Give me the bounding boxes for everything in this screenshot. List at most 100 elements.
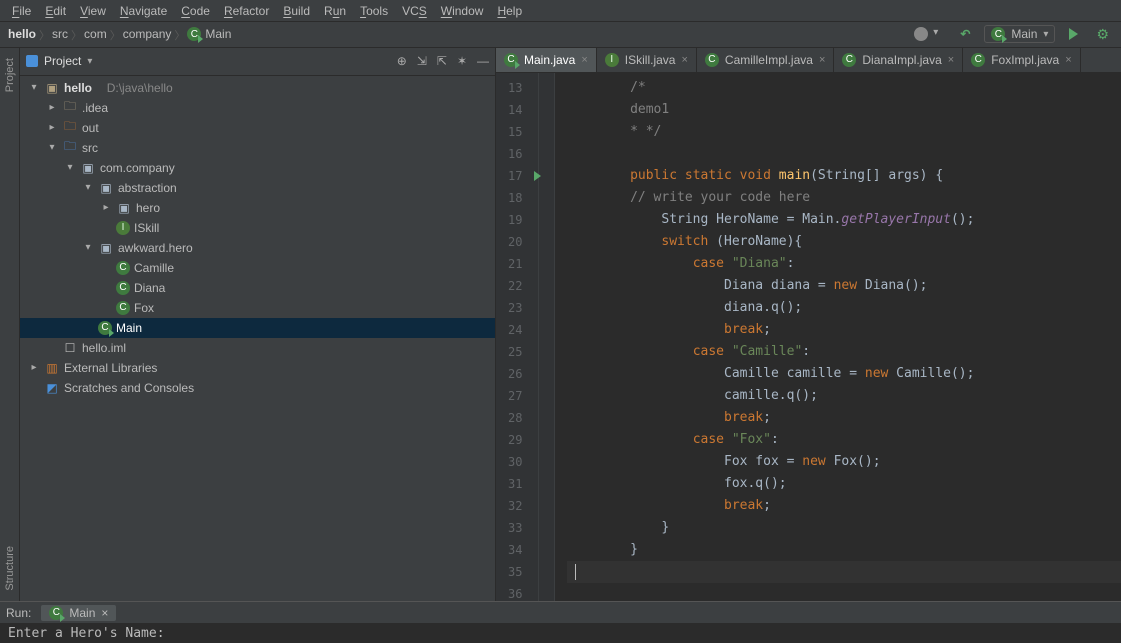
menu-edit[interactable]: Edit — [39, 2, 72, 20]
editor-tab[interactable]: CFoxImpl.java× — [963, 48, 1080, 73]
gutter-line[interactable]: 21 — [508, 253, 522, 275]
gutter-line[interactable]: 19 — [508, 209, 522, 231]
tree-twisty[interactable]: ▾ — [46, 142, 58, 153]
code-line[interactable]: case "Camille": — [567, 341, 1121, 363]
close-icon[interactable]: × — [1065, 54, 1071, 66]
fold-strip[interactable] — [539, 73, 555, 601]
gutter-line[interactable]: 34 — [508, 539, 522, 561]
code-line[interactable]: Fox fox = new Fox(); — [567, 451, 1121, 473]
settings-icon[interactable]: ✶ — [457, 54, 467, 68]
code-line[interactable]: Camille camille = new Camille(); — [567, 363, 1121, 385]
code-line[interactable]: // write your code here — [567, 187, 1121, 209]
code-line[interactable]: /* — [567, 77, 1121, 99]
menu-build[interactable]: Build — [277, 2, 316, 20]
gutter-line[interactable]: 29 — [508, 429, 522, 451]
tree-node[interactable]: ◩Scratches and Consoles — [20, 378, 495, 398]
menu-view[interactable]: View — [74, 2, 112, 20]
breadcrumb-item[interactable]: hello — [2, 25, 46, 43]
gutter-line[interactable]: 24 — [508, 319, 522, 341]
gutter-line[interactable]: 27 — [508, 385, 522, 407]
editor-gutter[interactable]: 1314151617181920212223242526272829303132… — [496, 73, 539, 601]
undo-icon[interactable]: ↶ — [956, 25, 974, 43]
code-line[interactable] — [567, 143, 1121, 165]
gutter-line[interactable]: 16 — [508, 143, 522, 165]
code-line[interactable]: } — [567, 539, 1121, 561]
gutter-line[interactable]: 25 — [508, 341, 522, 363]
menu-vcs[interactable]: VCS — [396, 2, 433, 20]
tree-node[interactable]: CMain — [20, 318, 495, 338]
tree-twisty[interactable]: ▾ — [82, 182, 94, 193]
expand-all-icon[interactable]: ⇲ — [417, 54, 427, 68]
code-line[interactable]: break; — [567, 319, 1121, 341]
code-line[interactable]: demo1 — [567, 99, 1121, 121]
tree-twisty[interactable]: ▾ — [82, 242, 94, 253]
tree-node[interactable]: ☐hello.iml — [20, 338, 495, 358]
gutter-line[interactable]: 33 — [508, 517, 522, 539]
code-line[interactable]: } — [567, 517, 1121, 539]
gutter-line[interactable]: 28 — [508, 407, 522, 429]
gutter-line[interactable]: 15 — [508, 121, 522, 143]
gutter-line[interactable]: 22 — [508, 275, 522, 297]
menu-run[interactable]: Run — [318, 2, 352, 20]
run-tab[interactable]: C Main × — [41, 605, 116, 621]
tree-twisty[interactable]: ▸ — [46, 102, 58, 113]
tree-node[interactable]: CFox — [20, 298, 495, 318]
gutter-line[interactable]: 18 — [508, 187, 522, 209]
menu-window[interactable]: Window — [435, 2, 490, 20]
tree-node[interactable]: ▸🗀out — [20, 118, 495, 138]
code-line[interactable]: public static void main(String[] args) { — [567, 165, 1121, 187]
user-icon[interactable] — [910, 25, 946, 43]
gutter-line[interactable]: 20 — [508, 231, 522, 253]
menu-tools[interactable]: Tools — [354, 2, 394, 20]
project-tree[interactable]: ▾▣hello D:\java\hello▸🗀.idea▸🗀out▾🗀src ▾▣… — [20, 76, 495, 601]
hide-icon[interactable]: — — [477, 54, 489, 68]
gutter-line[interactable]: 17 — [508, 165, 522, 187]
tree-node[interactable]: ▾▣awkward.hero — [20, 238, 495, 258]
close-icon[interactable]: × — [681, 54, 687, 66]
gutter-line[interactable]: 35 — [508, 561, 522, 583]
tool-structure-label[interactable]: Structure — [2, 536, 18, 601]
close-icon[interactable]: × — [581, 54, 587, 66]
code-line[interactable]: case "Diana": — [567, 253, 1121, 275]
gutter-line[interactable]: 36 — [508, 583, 522, 605]
gutter-line[interactable]: 30 — [508, 451, 522, 473]
run-button[interactable] — [1065, 26, 1082, 42]
breadcrumb-item[interactable]: src — [46, 25, 78, 43]
run-config-selector[interactable]: C Main ▾ — [984, 25, 1055, 43]
gutter-line[interactable]: 23 — [508, 297, 522, 319]
gutter-line[interactable]: 26 — [508, 363, 522, 385]
menu-help[interactable]: Help — [491, 2, 528, 20]
tree-node[interactable]: CCamille — [20, 258, 495, 278]
tree-twisty[interactable]: ▾ — [64, 162, 76, 173]
tree-twisty[interactable]: ▸ — [100, 202, 112, 213]
tree-node[interactable]: ▾🗀src — [20, 138, 495, 158]
tree-node[interactable]: ▾▣abstraction — [20, 178, 495, 198]
gutter-line[interactable]: 13 — [508, 77, 522, 99]
gutter-line[interactable]: 14 — [508, 99, 522, 121]
code-line[interactable]: diana.q(); — [567, 297, 1121, 319]
gutter-line[interactable]: 32 — [508, 495, 522, 517]
breadcrumb-item[interactable]: company — [117, 25, 182, 43]
menu-navigate[interactable]: Navigate — [114, 2, 173, 20]
tree-node[interactable]: ▸▣hero — [20, 198, 495, 218]
close-icon[interactable]: × — [948, 54, 954, 66]
tool-project-label[interactable]: Project — [2, 48, 18, 102]
gutter-line[interactable]: 31 — [508, 473, 522, 495]
tree-twisty[interactable]: ▸ — [28, 362, 40, 373]
tree-node[interactable]: ▸▥External Libraries — [20, 358, 495, 378]
code-line[interactable]: switch (HeroName){ — [567, 231, 1121, 253]
menu-refactor[interactable]: Refactor — [218, 2, 275, 20]
close-icon[interactable]: × — [101, 606, 108, 620]
chevron-down-icon[interactable]: ▾ — [87, 56, 92, 67]
code-line[interactable] — [567, 561, 1121, 583]
tree-node[interactable]: ▾▣hello D:\java\hello — [20, 78, 495, 98]
editor-tab[interactable]: CCamilleImpl.java× — [697, 48, 834, 73]
code-line[interactable]: case "Fox": — [567, 429, 1121, 451]
menu-code[interactable]: Code — [175, 2, 216, 20]
editor-tab[interactable]: IISkill.java× — [597, 48, 697, 73]
code-line[interactable]: camille.q(); — [567, 385, 1121, 407]
code-editor[interactable]: /* demo1 * */ public static void main(St… — [555, 73, 1121, 601]
breadcrumb-item[interactable]: com — [78, 25, 117, 43]
tree-node[interactable]: ▸🗀.idea — [20, 98, 495, 118]
menu-file[interactable]: File — [6, 2, 37, 20]
